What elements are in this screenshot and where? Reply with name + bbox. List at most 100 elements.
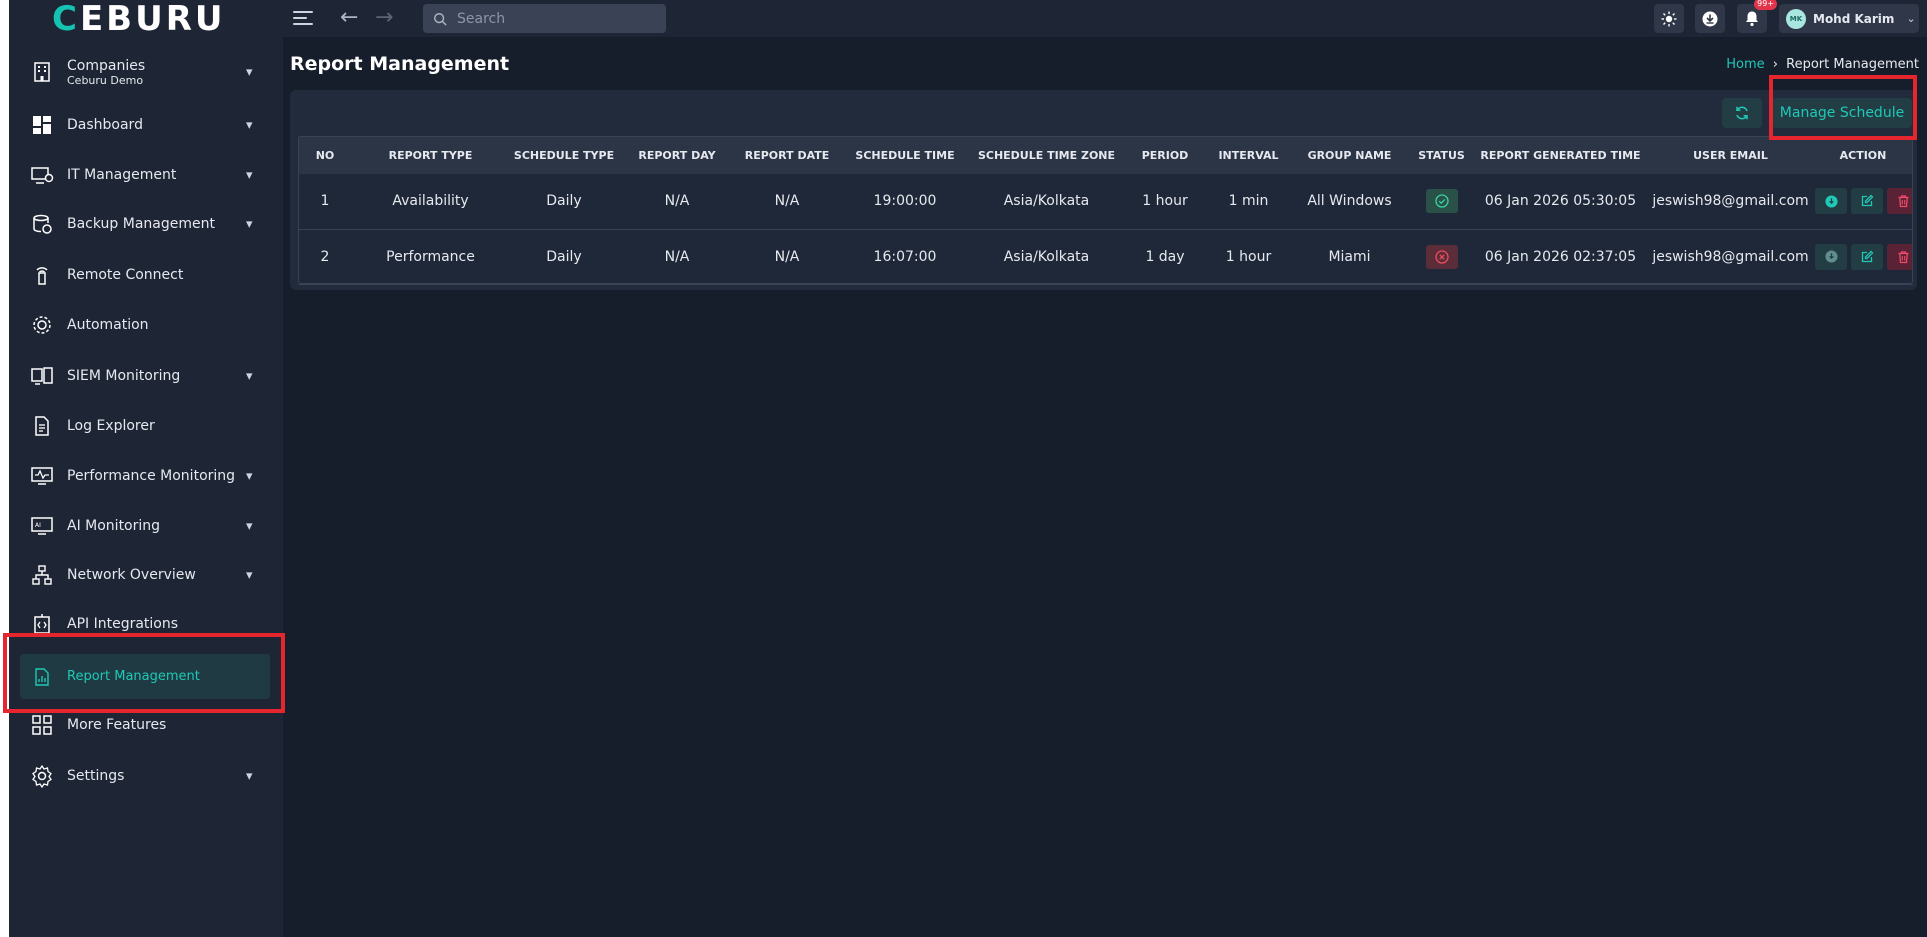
sidebar-item-it-management[interactable]: IT Management ▾ — [20, 155, 270, 195]
sidebar-item-log-explorer[interactable]: Log Explorer — [20, 406, 270, 446]
table-row: 1 Availability Daily N/A N/A 19:00:00 Asia/Kol… — [298, 174, 1913, 229]
column-header: ACTION — [1839, 148, 1887, 162]
chevron-down-icon[interactable]: ▾ — [246, 369, 253, 384]
sidebar-item-label: Log Explorer — [67, 418, 155, 434]
cell-report-type: Availability — [392, 193, 469, 210]
siem-icon — [30, 364, 54, 388]
forward-arrow-icon[interactable]: → — [375, 6, 393, 30]
cell-email: jeswish98@gmail.com — [1652, 248, 1809, 265]
page-title: Report Management — [290, 53, 510, 75]
download-report-button[interactable] — [1815, 188, 1847, 215]
column-header: REPORT DATE — [744, 148, 830, 162]
report-table: NO REPORT TYPE SCHEDULE TYPE REPORT DAY REPO… — [298, 136, 1913, 285]
back-arrow-icon[interactable]: ← — [340, 6, 358, 30]
cell-no: 1 — [320, 193, 330, 210]
user-menu[interactable]: MK Mohd Karim ⌄ — [1779, 4, 1919, 33]
chevron-down-icon[interactable]: ▾ — [246, 568, 253, 583]
chevron-down-icon[interactable]: ▾ — [246, 469, 253, 484]
column-header: SCHEDULE TYPE — [513, 148, 615, 162]
column-header: SCHEDULE TIME — [855, 148, 955, 162]
sidebar-item-more-features[interactable]: More Features — [20, 705, 270, 745]
chevron-down-icon[interactable]: ▾ — [246, 217, 253, 232]
trash-icon — [1898, 195, 1908, 208]
sidebar-item-network-overview[interactable]: Network Overview ▾ — [20, 555, 270, 595]
breadcrumb-home-link[interactable]: Home — [1726, 57, 1764, 72]
sidebar-item-performance-monitoring[interactable]: Performance Monitoring ▾ — [20, 456, 270, 496]
download-icon — [1824, 195, 1838, 208]
automation-icon — [30, 313, 54, 337]
search-icon — [434, 12, 447, 26]
column-header: NO — [315, 148, 335, 162]
breadcrumb-current: Report Management — [1786, 57, 1919, 72]
chevron-down-icon[interactable]: ▾ — [246, 118, 253, 133]
menu-toggle-icon[interactable] — [293, 9, 313, 27]
chevron-down-icon[interactable]: ▾ — [246, 519, 253, 534]
sidebar-item-dashboard[interactable]: Dashboard ▾ — [20, 105, 270, 145]
cell-schedule-time: 19:00:00 — [873, 193, 937, 210]
cell-period: 1 day — [1145, 248, 1185, 265]
check-circle-icon — [1434, 194, 1449, 208]
sidebar-item-backup-management[interactable]: Backup Management ▾ — [20, 204, 270, 244]
notifications-button[interactable]: 99+ — [1737, 0, 1777, 33]
cell-group-name: Miami — [1328, 248, 1371, 265]
sidebar-item-label: Companies Ceburu Demo — [67, 57, 146, 87]
edit-button[interactable] — [1851, 243, 1883, 270]
cell-report-date: N/A — [774, 193, 800, 210]
sidebar-item-companies[interactable]: Companies Ceburu Demo ▾ — [20, 52, 270, 92]
sidebar-item-api-integrations[interactable]: API Integrations — [20, 604, 270, 644]
sidebar-item-label: Performance Monitoring — [67, 468, 236, 484]
ceburu-logo[interactable]: C EBURU — [52, 0, 226, 39]
sidebar-item-settings[interactable]: Settings ▾ — [20, 756, 270, 796]
sidebar-item-label: Network Overview — [67, 567, 196, 583]
cell-report-type: Performance — [386, 248, 475, 265]
delete-button[interactable] — [1887, 188, 1913, 215]
delete-button[interactable] — [1887, 243, 1913, 270]
sidebar-item-label: API Integrations — [67, 616, 179, 632]
sidebar-item-report-management[interactable]: Report Management — [20, 654, 270, 699]
sidebar-item-sublabel: Ceburu Demo — [67, 73, 144, 87]
breadcrumb: Home › Report Management — [1726, 57, 1919, 72]
sidebar-item-remote-connect[interactable]: Remote Connect — [20, 255, 270, 295]
search-box[interactable] — [423, 4, 666, 33]
chevron-down-icon[interactable]: ▾ — [246, 769, 253, 784]
logo-letter: C — [52, 0, 80, 39]
cell-interval: 1 min — [1228, 193, 1269, 210]
cell-action — [1813, 229, 1913, 284]
download-icon — [1702, 11, 1718, 26]
sidebar-item-label: Automation — [67, 317, 149, 333]
sidebar-item-siem-monitoring[interactable]: SIEM Monitoring ▾ — [20, 356, 270, 396]
sun-icon — [1661, 11, 1677, 26]
network-icon — [30, 563, 54, 587]
chevron-down-icon[interactable]: ▾ — [246, 65, 253, 80]
edit-button[interactable] — [1851, 188, 1883, 215]
refresh-icon — [1736, 106, 1748, 120]
refresh-button[interactable] — [1722, 98, 1762, 128]
gear-icon — [30, 764, 54, 788]
status-badge — [1425, 189, 1458, 214]
column-header: GROUP NAME — [1307, 148, 1392, 162]
sidebar-item-label: Dashboard — [67, 117, 143, 133]
ai-monitor-icon: AI — [30, 514, 54, 538]
column-header: REPORT GENERATED TIME — [1480, 148, 1641, 162]
search-input[interactable] — [457, 10, 647, 27]
logo-text: EBURU — [79, 0, 226, 39]
cell-schedule-type: Daily — [546, 193, 582, 210]
column-header: USER EMAIL — [1693, 148, 1768, 162]
cell-generated-time: 06 Jan 2026 05:30:05 — [1484, 193, 1637, 210]
manage-schedule-button[interactable]: Manage Schedule — [1772, 98, 1912, 128]
it-management-icon — [30, 163, 54, 187]
report-icon — [30, 665, 54, 689]
dashboard-icon — [30, 113, 54, 137]
sidebar-item-ai-monitoring[interactable]: AI AI Monitoring ▾ — [20, 506, 270, 546]
status-badge — [1425, 244, 1458, 269]
sidebar-item-automation[interactable]: Automation — [20, 305, 270, 345]
download-report-button[interactable] — [1815, 243, 1847, 270]
grid-icon — [30, 713, 54, 737]
download-button[interactable] — [1695, 4, 1725, 33]
cell-no: 2 — [320, 248, 330, 265]
bell-icon — [1746, 11, 1758, 27]
cell-schedule-time: 16:07:00 — [873, 248, 937, 265]
cell-time-zone: Asia/Kolkata — [1003, 248, 1090, 265]
theme-toggle-button[interactable] — [1654, 4, 1684, 33]
chevron-down-icon[interactable]: ▾ — [246, 168, 253, 183]
